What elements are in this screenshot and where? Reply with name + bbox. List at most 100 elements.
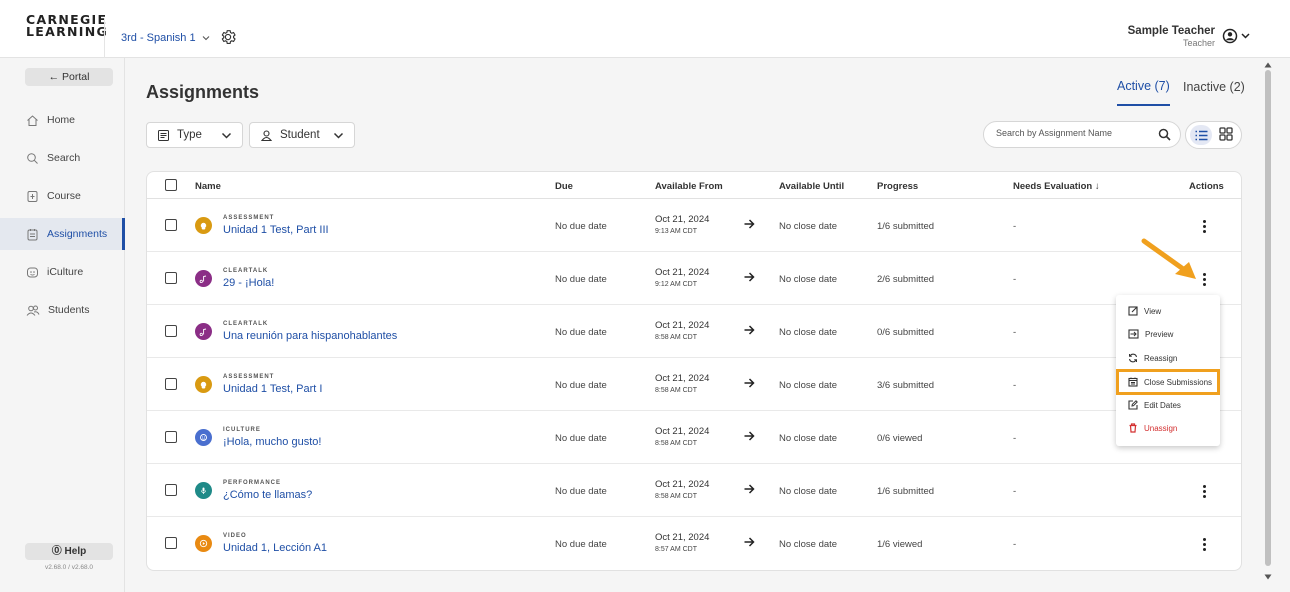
- row-checkbox[interactable]: [165, 325, 177, 337]
- carnegie-learning-logo[interactable]: CARNEGIE LEARNING: [26, 13, 108, 38]
- version-label: v2.68.0 / v2.68.0: [44, 564, 94, 571]
- menu-item-close-submissions[interactable]: Close Submissions: [1116, 369, 1220, 395]
- edit-icon: [1128, 400, 1138, 410]
- assignment-type-icon: [195, 376, 212, 393]
- row-checkbox[interactable]: [165, 537, 177, 549]
- chevron-down-icon: [221, 132, 231, 139]
- sidebar-item-label: Home: [47, 114, 76, 126]
- progress[interactable]: 3/6 submitted: [877, 380, 934, 391]
- list-view-icon: [1195, 130, 1207, 140]
- assignment-name-link[interactable]: Unidad 1 Test, Part I: [223, 383, 322, 395]
- menu-item-preview[interactable]: Preview: [1116, 324, 1220, 344]
- column-actions: Actions: [1189, 181, 1224, 192]
- column-available-until[interactable]: Available Until: [779, 181, 844, 192]
- menu-item-label: View: [1144, 306, 1162, 316]
- calendar-close-icon: [1128, 377, 1138, 387]
- available-until: No close date: [779, 486, 838, 497]
- menu-item-edit-dates[interactable]: Edit Dates: [1116, 395, 1220, 415]
- select-all-checkbox[interactable]: [165, 179, 177, 191]
- available-from-time: 8:57 AM CDT: [655, 546, 698, 553]
- column-due[interactable]: Due: [555, 181, 573, 192]
- progress[interactable]: 1/6 submitted: [877, 221, 934, 232]
- gear-icon[interactable]: [219, 28, 237, 46]
- assignment-type: CLEARTALK: [223, 321, 269, 327]
- table-row[interactable]: PERFORMANCE ¿Cómo te llamas? No due date Oc…: [147, 464, 1241, 517]
- due-date: No due date: [555, 221, 607, 232]
- row-checkbox[interactable]: [165, 272, 177, 284]
- row-actions-button[interactable]: [1197, 535, 1211, 553]
- grid-view-icon[interactable]: [1219, 127, 1233, 141]
- due-date: No due date: [555, 433, 607, 444]
- assignment-type-icon: [195, 270, 212, 287]
- assignment-type: CLEARTALK: [223, 268, 269, 274]
- type-filter-dropdown[interactable]: Type: [146, 122, 243, 148]
- assignment-name-link[interactable]: ¡Hola, mucho gusto!: [223, 436, 321, 448]
- sidebar-item-students[interactable]: Students: [0, 294, 125, 326]
- sidebar-item-assignments[interactable]: Assignments: [0, 218, 125, 250]
- column-available-from[interactable]: Available From: [655, 181, 723, 192]
- scroll-down-arrow-icon[interactable]: [1264, 574, 1272, 580]
- sidebar-item-home[interactable]: Home: [0, 104, 125, 136]
- assignment-name-link[interactable]: Unidad 1 Test, Part III: [223, 224, 329, 236]
- column-progress[interactable]: Progress: [877, 181, 918, 192]
- assignment-name-link[interactable]: ¿Cómo te llamas?: [223, 489, 312, 501]
- table-row[interactable]: ASSESSMENT Unidad 1 Test, Part III No due …: [147, 199, 1241, 252]
- page-scrollbar[interactable]: [1264, 62, 1272, 582]
- row-checkbox[interactable]: [165, 219, 177, 231]
- portal-button[interactable]: ← Portal: [25, 68, 113, 86]
- column-name[interactable]: Name: [195, 181, 221, 192]
- row-actions-button[interactable]: [1197, 217, 1211, 235]
- table-row[interactable]: VIDEO Unidad 1, Lección A1 No due date Oct …: [147, 517, 1241, 570]
- row-actions-button[interactable]: [1197, 482, 1211, 500]
- sidebar-item-label: iCulture: [47, 266, 84, 278]
- sidebar-item-search[interactable]: Search: [0, 142, 125, 174]
- progress[interactable]: 1/6 submitted: [877, 486, 934, 497]
- menu-item-reassign[interactable]: Reassign: [1116, 348, 1220, 368]
- progress[interactable]: 0/6 viewed: [877, 433, 922, 444]
- assignment-type-icon: [195, 482, 212, 499]
- table-row[interactable]: ASSESSMENT Unidad 1 Test, Part I No due da…: [147, 358, 1241, 411]
- row-checkbox[interactable]: [165, 378, 177, 390]
- account-menu-button[interactable]: [1222, 28, 1250, 44]
- available-from-date: Oct 21, 2024: [655, 267, 710, 278]
- student-filter-dropdown[interactable]: Student: [249, 122, 355, 148]
- search-input[interactable]: [996, 128, 1146, 138]
- assignment-name-link[interactable]: Unidad 1, Lección A1: [223, 542, 327, 554]
- students-icon: [26, 305, 40, 316]
- help-button[interactable]: ⓪ Help: [25, 543, 113, 560]
- needs-evaluation: -: [1013, 327, 1017, 338]
- menu-item-label: Edit Dates: [1144, 400, 1181, 410]
- progress[interactable]: 2/6 submitted: [877, 274, 934, 285]
- column-needs-evaluation[interactable]: Needs Evaluation ↓: [1013, 181, 1100, 192]
- scroll-up-arrow-icon[interactable]: [1264, 62, 1272, 68]
- row-checkbox[interactable]: [165, 484, 177, 496]
- menu-item-unassign[interactable]: Unassign: [1116, 418, 1220, 438]
- progress[interactable]: 0/6 submitted: [877, 327, 934, 338]
- progress[interactable]: 1/6 viewed: [877, 539, 922, 550]
- assignment-type: ASSESSMENT: [223, 374, 275, 380]
- assignment-name-link[interactable]: Una reunión para hispanohablantes: [223, 330, 397, 342]
- sidebar-item-iculture[interactable]: iCulture: [0, 256, 125, 288]
- chevron-down-icon: [1241, 33, 1250, 39]
- assignment-name-link[interactable]: 29 - ¡Hola!: [223, 277, 274, 289]
- table-row[interactable]: ICULTURE ¡Hola, mucho gusto! No due date Oc…: [147, 411, 1241, 464]
- tab-inactive[interactable]: Inactive (2): [1183, 80, 1245, 94]
- row-checkbox[interactable]: [165, 431, 177, 443]
- sidebar-item-course[interactable]: Course: [0, 180, 125, 212]
- assignment-type: VIDEO: [223, 533, 247, 539]
- assignment-type: ICULTURE: [223, 427, 261, 433]
- external-link-icon: [1128, 306, 1138, 316]
- row-actions-menu: View Preview Reassign Close Submissions …: [1116, 295, 1220, 446]
- list-view-button[interactable]: [1190, 125, 1212, 145]
- search-icon[interactable]: [1158, 128, 1171, 141]
- scrollbar-thumb[interactable]: [1265, 70, 1271, 566]
- tab-active[interactable]: Active (7): [1117, 79, 1170, 106]
- user-name: Sample Teacher: [1127, 25, 1215, 37]
- assignment-type: PERFORMANCE: [223, 480, 282, 486]
- course-selector[interactable]: 3rd - Spanish 1: [121, 32, 210, 44]
- table-row[interactable]: CLEARTALK Una reunión para hispanohablant…: [147, 305, 1241, 358]
- table-row[interactable]: CLEARTALK 29 - ¡Hola! No due date Oct 21, 2…: [147, 252, 1241, 305]
- assignments-table: Name Due Available From Available Until …: [146, 171, 1242, 571]
- assignment-type-icon: [195, 323, 212, 340]
- menu-item-view[interactable]: View: [1116, 301, 1220, 321]
